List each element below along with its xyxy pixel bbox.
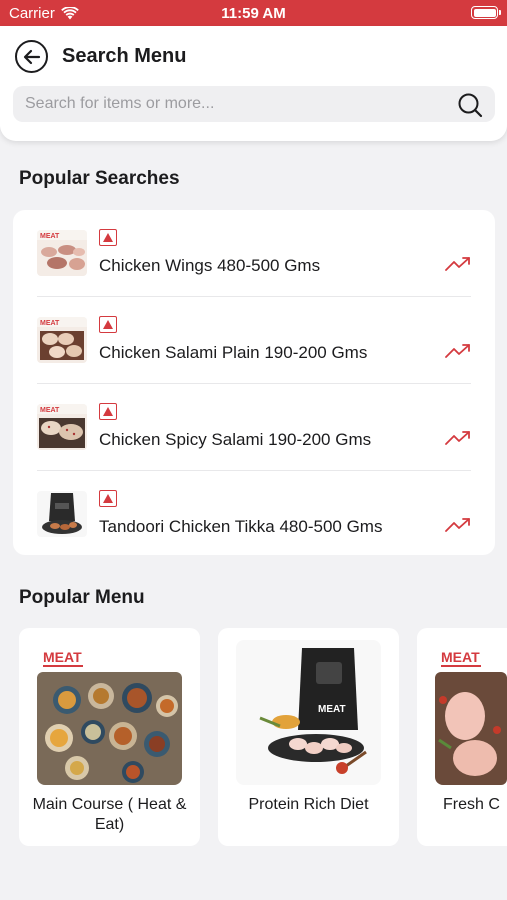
trending-up-icon [445,344,470,358]
status-time: 11:59 AM [221,5,286,22]
search-box[interactable] [13,86,495,122]
svg-text:MEAT: MEAT [40,320,60,327]
product-thumbnail: MEAT [37,404,87,450]
menu-card-fresh-chicken[interactable]: MEAT Fresh C [417,628,507,846]
search-item-chicken-spicy-salami[interactable]: MEAT Chicken Spicy Salami 190-200 Gms [37,384,471,470]
svg-text:MEAT: MEAT [40,233,60,240]
search-item-tandoori-chicken-tikka[interactable]: Tandoori Chicken Tikka 480-500 Gms [37,471,471,557]
arrow-left-icon [23,49,40,64]
search-item-chicken-wings[interactable]: MEAT Chicken Wings 480-500 Gms [37,210,471,296]
menu-card-main-course[interactable]: MEAT Main Course ( Heat & Eat) [19,628,200,846]
menu-image: MEAT [435,640,507,785]
non-veg-icon [99,229,117,246]
non-veg-icon [99,316,117,333]
popular-menu-heading: Popular Menu [19,587,145,608]
trending-up-icon [445,518,470,532]
page-title: Search Menu [62,45,187,67]
menu-image: MEAT [37,640,182,785]
trending-up-icon [445,257,470,271]
popular-searches-list: MEAT Chicken Wings 480-500 Gms MEAT Chic… [13,210,495,555]
non-veg-icon [99,403,117,420]
search-input[interactable] [25,86,445,122]
trending-up-icon [445,431,470,445]
product-thumbnail [37,491,87,537]
search-item-label: Chicken Spicy Salami 190-200 Gms [99,430,372,449]
menu-card-label: Protein Rich Diet [248,796,369,813]
menu-card-label: Main Course ( Heat & Eat) [32,796,187,833]
search-item-chicken-salami-plain[interactable]: MEAT Chicken Salami Plain 190-200 Gms [37,297,471,383]
menu-card-label: Fresh C [443,796,500,813]
search-item-label: Tandoori Chicken Tikka 480-500 Gms [99,517,383,536]
status-bar: Carrier 11:59 AM [0,0,507,26]
menu-card-protein-rich-diet[interactable]: MEAT Protein Rich Diet [218,628,399,846]
menu-image: MEAT [236,640,381,785]
search-header: Search Menu [0,26,507,141]
search-item-label: Chicken Salami Plain 190-200 Gms [99,343,368,362]
svg-text:MEAT: MEAT [40,407,60,414]
search-item-label: Chicken Wings 480-500 Gms [99,256,321,275]
brand-logo: MEAT [441,649,480,665]
product-thumbnail: MEAT [37,317,87,363]
product-thumbnail: MEAT [37,230,87,276]
back-button[interactable] [15,40,48,73]
non-veg-icon [99,490,117,507]
popular-searches-heading: Popular Searches [19,168,180,189]
brand-logo: MEAT [43,649,82,665]
battery-icon [471,6,501,19]
svg-text:MEAT: MEAT [318,704,346,715]
search-icon[interactable] [457,92,483,118]
